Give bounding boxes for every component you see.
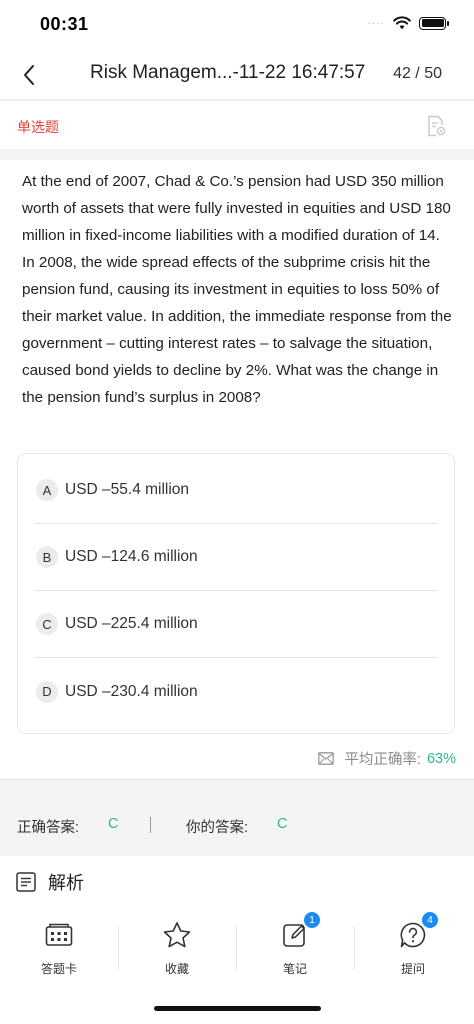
question-text: At the end of 2007, Chad & Co.’s pension… [22,173,452,406]
list-document-icon [16,872,36,897]
answer-divider [150,817,151,833]
star-icon [160,918,194,952]
options-card: A USD –55.4 million B USD –124.6 million… [17,453,455,734]
option-letter: D [36,680,58,703]
back-button[interactable] [14,60,44,90]
tab-label: 答题卡 [40,962,77,976]
analysis-row[interactable]: 解析 [0,856,474,906]
option-text: USD –225.4 million [65,615,198,632]
option-text: USD –55.4 million [65,481,190,498]
option-text: USD –230.4 million [65,682,198,700]
correct-answer-value: C [108,816,119,832]
question-area: At the end of 2007, Chad & Co.’s pension… [0,160,474,740]
status-time: 00:31 [40,14,89,34]
mail-icon[interactable] [318,752,335,765]
wifi-icon [393,16,411,30]
document-settings-icon[interactable] [426,115,446,142]
battery-icon [419,16,449,30]
tab-label: 提问 [400,962,425,976]
question-type-row: 单选题 [0,101,474,149]
option-d[interactable]: D USD –230.4 million [34,658,438,725]
tab-label: 笔记 [282,962,307,976]
option-letter: B [36,546,58,568]
questions-count-badge: 4 [422,912,438,928]
bottom-tab-bar: 答题卡 收藏 1 笔记 4 提问 [0,906,474,1024]
option-letter: C [36,613,58,635]
tab-notes[interactable]: 1 笔记 [236,912,354,982]
notes-count-badge: 1 [304,912,320,928]
question-type-label: 单选题 [17,119,59,135]
status-indicators: ···· [367,16,449,30]
your-answer-value: C [277,816,288,832]
option-letter: A [36,479,58,501]
accuracy-value: 63% [426,750,456,767]
your-answer-label: 你的答案: [186,820,249,836]
accuracy-label: 平均正确率: [344,752,421,768]
option-a[interactable]: A USD –55.4 million [34,457,438,524]
nav-bar: Risk Managem...-11-22 16:47:57 42 / 50 [0,50,474,100]
page-title: Risk Managem...-11-22 16:47:57 [90,62,366,83]
tab-answer-card[interactable]: 答题卡 [0,914,118,982]
option-text: USD –124.6 million [65,548,198,565]
tab-ask[interactable]: 4 提问 [354,912,472,982]
signal-icon: ···· [367,17,385,29]
status-bar: 00:31 ···· [0,0,474,50]
option-b[interactable]: B USD –124.6 million [34,524,438,591]
tab-favorite[interactable]: 收藏 [118,914,236,982]
home-indicator[interactable] [154,1006,321,1011]
question-bubble-icon: 4 [396,912,438,952]
note-edit-icon: 1 [278,912,320,952]
answer-row: 正确答案: C 你的答案: C [0,796,474,852]
tab-label: 收藏 [164,962,189,976]
accuracy-row: 平均正确率: 63% [0,740,474,780]
analysis-label: 解析 [48,873,84,893]
option-c[interactable]: C USD –225.4 million [34,591,438,658]
answer-card-icon [42,918,76,952]
correct-answer-label: 正确答案: [17,820,80,836]
chevron-left-icon [24,65,34,85]
question-progress: 42 / 50 [393,65,442,82]
